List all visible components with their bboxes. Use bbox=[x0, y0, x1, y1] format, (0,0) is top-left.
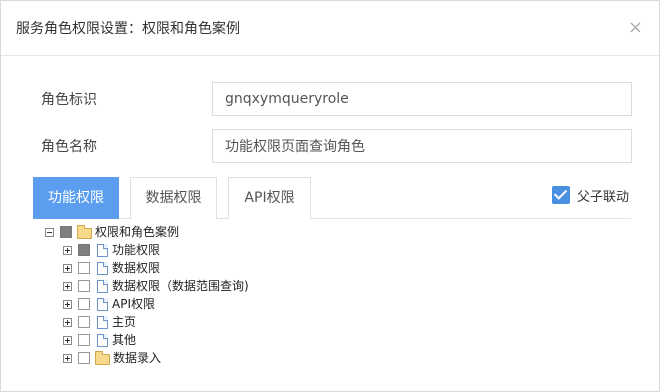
tree-node-label[interactable]: 功能权限 bbox=[112, 241, 160, 259]
expand-icon[interactable] bbox=[63, 317, 72, 327]
tree-checkbox[interactable] bbox=[78, 316, 90, 328]
tree-node-label[interactable]: 权限和角色案例 bbox=[95, 223, 179, 241]
tree-checkbox[interactable] bbox=[78, 298, 90, 310]
expand-icon[interactable] bbox=[63, 263, 72, 273]
tree-node-label[interactable]: API权限 bbox=[112, 295, 155, 313]
folder-icon bbox=[95, 350, 110, 365]
expand-icon[interactable] bbox=[63, 335, 72, 345]
document-icon bbox=[97, 279, 108, 293]
tree-node-label[interactable]: 数据权限（数据范围查询) bbox=[112, 277, 249, 295]
tree-node[interactable]: 其他 bbox=[63, 331, 136, 349]
tree-node-label[interactable]: 数据权限 bbox=[112, 259, 160, 277]
expand-icon[interactable] bbox=[63, 299, 72, 309]
tree-node[interactable]: API权限 bbox=[63, 295, 155, 313]
dialog-header: 服务角色权限设置：权限和角色案例 × bbox=[1, 1, 659, 56]
tree-checkbox[interactable] bbox=[78, 334, 90, 346]
tree-node[interactable]: 数据权限（数据范围查询) bbox=[63, 277, 249, 295]
role-name-label: 角色名称 bbox=[41, 139, 97, 155]
linkage-label: 父子联动 bbox=[577, 189, 630, 205]
role-id-input[interactable] bbox=[212, 82, 632, 116]
tree-node-label[interactable]: 数据录入 bbox=[113, 349, 161, 367]
expand-icon[interactable] bbox=[63, 281, 72, 291]
tree-node[interactable]: 主页 bbox=[63, 313, 136, 331]
document-icon bbox=[97, 297, 108, 311]
tree-checkbox[interactable] bbox=[60, 226, 72, 238]
tab-data-permission[interactable]: 数据权限 bbox=[130, 177, 217, 219]
folder-icon bbox=[77, 224, 92, 239]
document-icon bbox=[97, 333, 108, 347]
parent-child-linkage[interactable]: 父子联动 bbox=[552, 185, 629, 205]
close-icon[interactable]: × bbox=[628, 18, 643, 38]
role-permission-dialog: 服务角色权限设置：权限和角色案例 × 角色标识 角色名称 功能权限 数据权限 A… bbox=[0, 0, 660, 392]
tab-function-permission[interactable]: 功能权限 bbox=[33, 177, 119, 219]
expand-icon[interactable] bbox=[63, 245, 72, 255]
tree-checkbox[interactable] bbox=[78, 244, 90, 256]
document-icon bbox=[97, 261, 108, 275]
tree-checkbox[interactable] bbox=[78, 352, 90, 364]
tree-checkbox[interactable] bbox=[78, 280, 90, 292]
collapse-icon[interactable] bbox=[45, 227, 54, 237]
tree-node-label[interactable]: 其他 bbox=[112, 331, 136, 349]
role-id-label: 角色标识 bbox=[41, 92, 97, 108]
tree-checkbox[interactable] bbox=[78, 262, 90, 274]
tree-node[interactable]: 数据录入 bbox=[63, 349, 161, 367]
tree-root-node[interactable]: 权限和角色案例 bbox=[45, 223, 179, 241]
tree-node-label[interactable]: 主页 bbox=[112, 313, 136, 331]
tree-node[interactable]: 功能权限 bbox=[63, 241, 160, 259]
tree-node[interactable]: 数据权限 bbox=[63, 259, 160, 277]
role-name-input[interactable] bbox=[212, 129, 632, 163]
dialog-title: 服务角色权限设置：权限和角色案例 bbox=[16, 21, 240, 37]
expand-icon[interactable] bbox=[63, 353, 72, 363]
document-icon bbox=[97, 315, 108, 329]
document-icon bbox=[97, 243, 108, 257]
linkage-checkbox[interactable] bbox=[552, 186, 570, 204]
permission-tabs: 功能权限 数据权限 API权限 bbox=[33, 177, 631, 219]
tab-api-permission[interactable]: API权限 bbox=[228, 177, 311, 219]
